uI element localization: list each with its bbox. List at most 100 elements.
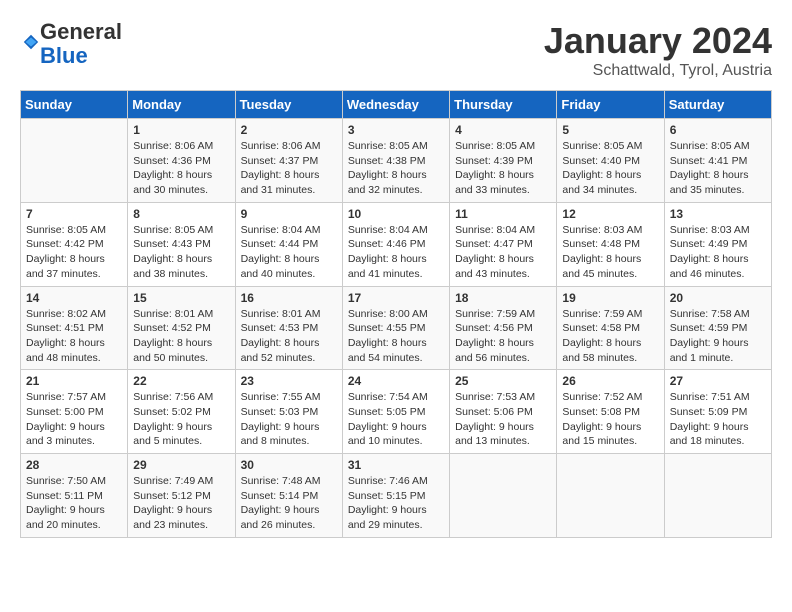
calendar-week-3: 14 Sunrise: 8:02 AMSunset: 4:51 PMDaylig… <box>21 286 772 370</box>
calendar-cell <box>664 454 771 538</box>
day-number: 17 <box>348 291 444 305</box>
day-number: 22 <box>133 374 229 388</box>
calendar-cell: 2 Sunrise: 8:06 AMSunset: 4:37 PMDayligh… <box>235 119 342 203</box>
calendar-cell: 17 Sunrise: 8:00 AMSunset: 4:55 PMDaylig… <box>342 286 449 370</box>
day-info: Sunrise: 8:06 AMSunset: 4:36 PMDaylight:… <box>133 139 229 198</box>
calendar-cell: 22 Sunrise: 7:56 AMSunset: 5:02 PMDaylig… <box>128 370 235 454</box>
calendar-cell: 9 Sunrise: 8:04 AMSunset: 4:44 PMDayligh… <box>235 202 342 286</box>
day-info: Sunrise: 8:06 AMSunset: 4:37 PMDaylight:… <box>241 139 337 198</box>
day-info: Sunrise: 8:03 AMSunset: 4:48 PMDaylight:… <box>562 223 658 282</box>
calendar-cell: 1 Sunrise: 8:06 AMSunset: 4:36 PMDayligh… <box>128 119 235 203</box>
day-info: Sunrise: 8:05 AMSunset: 4:41 PMDaylight:… <box>670 139 766 198</box>
calendar-cell: 26 Sunrise: 7:52 AMSunset: 5:08 PMDaylig… <box>557 370 664 454</box>
calendar-cell: 7 Sunrise: 8:05 AMSunset: 4:42 PMDayligh… <box>21 202 128 286</box>
calendar-cell: 31 Sunrise: 7:46 AMSunset: 5:15 PMDaylig… <box>342 454 449 538</box>
day-number: 11 <box>455 207 551 221</box>
day-info: Sunrise: 7:55 AMSunset: 5:03 PMDaylight:… <box>241 390 337 449</box>
calendar-cell: 27 Sunrise: 7:51 AMSunset: 5:09 PMDaylig… <box>664 370 771 454</box>
day-number: 14 <box>26 291 122 305</box>
day-info: Sunrise: 8:00 AMSunset: 4:55 PMDaylight:… <box>348 307 444 366</box>
day-info: Sunrise: 7:49 AMSunset: 5:12 PMDaylight:… <box>133 474 229 533</box>
calendar-table: SundayMondayTuesdayWednesdayThursdayFrid… <box>20 90 772 538</box>
day-number: 25 <box>455 374 551 388</box>
header-friday: Friday <box>557 91 664 119</box>
logo-icon <box>22 33 40 51</box>
logo-text: General Blue <box>40 20 122 68</box>
calendar-cell: 21 Sunrise: 7:57 AMSunset: 5:00 PMDaylig… <box>21 370 128 454</box>
header-wednesday: Wednesday <box>342 91 449 119</box>
day-info: Sunrise: 7:56 AMSunset: 5:02 PMDaylight:… <box>133 390 229 449</box>
day-info: Sunrise: 7:58 AMSunset: 4:59 PMDaylight:… <box>670 307 766 366</box>
title-block: January 2024 Schattwald, Tyrol, Austria <box>544 20 772 80</box>
day-number: 31 <box>348 458 444 472</box>
day-number: 12 <box>562 207 658 221</box>
calendar-title: January 2024 <box>544 20 772 62</box>
calendar-header-row: SundayMondayTuesdayWednesdayThursdayFrid… <box>21 91 772 119</box>
calendar-cell: 8 Sunrise: 8:05 AMSunset: 4:43 PMDayligh… <box>128 202 235 286</box>
day-info: Sunrise: 7:59 AMSunset: 4:56 PMDaylight:… <box>455 307 551 366</box>
day-info: Sunrise: 8:04 AMSunset: 4:47 PMDaylight:… <box>455 223 551 282</box>
calendar-cell: 10 Sunrise: 8:04 AMSunset: 4:46 PMDaylig… <box>342 202 449 286</box>
calendar-cell: 23 Sunrise: 7:55 AMSunset: 5:03 PMDaylig… <box>235 370 342 454</box>
day-info: Sunrise: 8:05 AMSunset: 4:42 PMDaylight:… <box>26 223 122 282</box>
calendar-cell: 28 Sunrise: 7:50 AMSunset: 5:11 PMDaylig… <box>21 454 128 538</box>
calendar-cell <box>557 454 664 538</box>
day-info: Sunrise: 8:05 AMSunset: 4:43 PMDaylight:… <box>133 223 229 282</box>
day-number: 10 <box>348 207 444 221</box>
header-sunday: Sunday <box>21 91 128 119</box>
calendar-cell <box>21 119 128 203</box>
day-number: 5 <box>562 123 658 137</box>
day-info: Sunrise: 8:01 AMSunset: 4:53 PMDaylight:… <box>241 307 337 366</box>
day-info: Sunrise: 8:05 AMSunset: 4:39 PMDaylight:… <box>455 139 551 198</box>
day-number: 30 <box>241 458 337 472</box>
calendar-subtitle: Schattwald, Tyrol, Austria <box>544 62 772 80</box>
day-number: 1 <box>133 123 229 137</box>
calendar-cell: 25 Sunrise: 7:53 AMSunset: 5:06 PMDaylig… <box>450 370 557 454</box>
calendar-cell: 19 Sunrise: 7:59 AMSunset: 4:58 PMDaylig… <box>557 286 664 370</box>
calendar-cell: 30 Sunrise: 7:48 AMSunset: 5:14 PMDaylig… <box>235 454 342 538</box>
logo: General Blue <box>20 20 122 68</box>
day-info: Sunrise: 7:54 AMSunset: 5:05 PMDaylight:… <box>348 390 444 449</box>
header-thursday: Thursday <box>450 91 557 119</box>
calendar-cell: 6 Sunrise: 8:05 AMSunset: 4:41 PMDayligh… <box>664 119 771 203</box>
day-number: 15 <box>133 291 229 305</box>
calendar-cell: 13 Sunrise: 8:03 AMSunset: 4:49 PMDaylig… <box>664 202 771 286</box>
day-info: Sunrise: 8:01 AMSunset: 4:52 PMDaylight:… <box>133 307 229 366</box>
calendar-cell: 4 Sunrise: 8:05 AMSunset: 4:39 PMDayligh… <box>450 119 557 203</box>
day-number: 2 <box>241 123 337 137</box>
calendar-cell: 15 Sunrise: 8:01 AMSunset: 4:52 PMDaylig… <box>128 286 235 370</box>
calendar-cell: 24 Sunrise: 7:54 AMSunset: 5:05 PMDaylig… <box>342 370 449 454</box>
day-info: Sunrise: 7:50 AMSunset: 5:11 PMDaylight:… <box>26 474 122 533</box>
day-number: 16 <box>241 291 337 305</box>
day-info: Sunrise: 7:52 AMSunset: 5:08 PMDaylight:… <box>562 390 658 449</box>
day-number: 19 <box>562 291 658 305</box>
header-monday: Monday <box>128 91 235 119</box>
day-info: Sunrise: 7:51 AMSunset: 5:09 PMDaylight:… <box>670 390 766 449</box>
calendar-cell: 16 Sunrise: 8:01 AMSunset: 4:53 PMDaylig… <box>235 286 342 370</box>
day-info: Sunrise: 7:59 AMSunset: 4:58 PMDaylight:… <box>562 307 658 366</box>
header-saturday: Saturday <box>664 91 771 119</box>
day-number: 26 <box>562 374 658 388</box>
day-info: Sunrise: 7:46 AMSunset: 5:15 PMDaylight:… <box>348 474 444 533</box>
day-info: Sunrise: 8:05 AMSunset: 4:38 PMDaylight:… <box>348 139 444 198</box>
day-info: Sunrise: 7:57 AMSunset: 5:00 PMDaylight:… <box>26 390 122 449</box>
calendar-cell: 3 Sunrise: 8:05 AMSunset: 4:38 PMDayligh… <box>342 119 449 203</box>
calendar-week-4: 21 Sunrise: 7:57 AMSunset: 5:00 PMDaylig… <box>21 370 772 454</box>
day-info: Sunrise: 8:04 AMSunset: 4:44 PMDaylight:… <box>241 223 337 282</box>
day-info: Sunrise: 7:48 AMSunset: 5:14 PMDaylight:… <box>241 474 337 533</box>
day-info: Sunrise: 8:02 AMSunset: 4:51 PMDaylight:… <box>26 307 122 366</box>
header-tuesday: Tuesday <box>235 91 342 119</box>
page-header: General Blue January 2024 Schattwald, Ty… <box>20 20 772 80</box>
day-info: Sunrise: 8:05 AMSunset: 4:40 PMDaylight:… <box>562 139 658 198</box>
calendar-cell: 12 Sunrise: 8:03 AMSunset: 4:48 PMDaylig… <box>557 202 664 286</box>
calendar-cell: 20 Sunrise: 7:58 AMSunset: 4:59 PMDaylig… <box>664 286 771 370</box>
day-number: 7 <box>26 207 122 221</box>
day-number: 28 <box>26 458 122 472</box>
calendar-cell: 5 Sunrise: 8:05 AMSunset: 4:40 PMDayligh… <box>557 119 664 203</box>
calendar-cell <box>450 454 557 538</box>
day-number: 8 <box>133 207 229 221</box>
calendar-cell: 18 Sunrise: 7:59 AMSunset: 4:56 PMDaylig… <box>450 286 557 370</box>
day-info: Sunrise: 8:03 AMSunset: 4:49 PMDaylight:… <box>670 223 766 282</box>
day-info: Sunrise: 8:04 AMSunset: 4:46 PMDaylight:… <box>348 223 444 282</box>
day-number: 21 <box>26 374 122 388</box>
